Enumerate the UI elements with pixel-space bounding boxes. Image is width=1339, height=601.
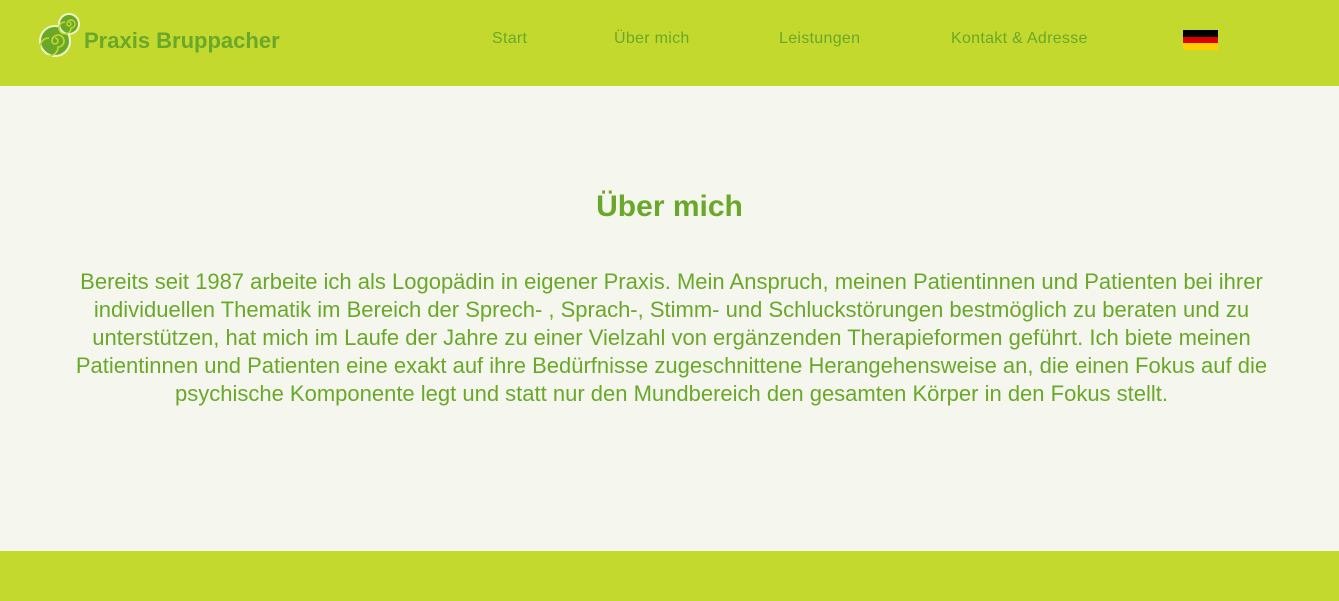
page-title: Über mich <box>596 190 743 223</box>
nav-kontakt-adresse[interactable]: Kontakt & Adresse <box>951 30 1088 48</box>
nav-ueber-mich[interactable]: Über mich <box>614 30 690 48</box>
spiral-logo-icon[interactable] <box>38 10 82 60</box>
nav-leistungen[interactable]: Leistungen <box>779 30 860 48</box>
about-text: Bereits seit 1987 arbeite ich als Logopä… <box>75 269 1268 406</box>
brand-name[interactable]: Praxis Bruppacher <box>84 28 280 54</box>
site-footer <box>0 551 1339 601</box>
german-flag-icon[interactable] <box>1183 30 1218 51</box>
site-header: Praxis Bruppacher Start Über mich Leistu… <box>0 0 1339 86</box>
nav-start[interactable]: Start <box>492 30 527 48</box>
